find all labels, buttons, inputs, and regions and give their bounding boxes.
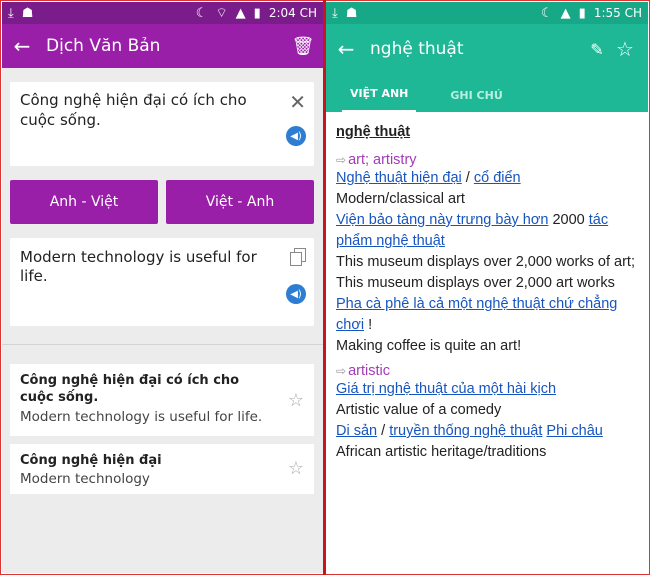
android-icon: ☗ [21,5,34,21]
wifi-icon: ⌔ [215,5,228,21]
status-time: 2:04 CH [268,6,317,20]
example-en: Modern/classical art [336,191,465,207]
trash-icon[interactable]: 🗑 [291,36,315,57]
example-link[interactable]: cổ điển [474,170,521,186]
example-link[interactable]: Giá trị nghệ thuật của một hài kịch [336,381,556,397]
vi-en-button[interactable]: Việt - Anh [166,180,314,224]
history-source: Công nghệ hiện đại có ích cho cuộc sống. [20,373,240,405]
history-item[interactable]: Công nghệ hiện đại có ích cho cuộc sống.… [10,364,314,436]
dictionary-entry: nghệ thuật ⇨ art; artistry Nghệ thuật hiệ… [336,124,642,463]
divider [2,344,323,345]
example-link[interactable]: Di sản [336,423,377,439]
example-link[interactable]: Phi châu [546,423,602,439]
translated-text: Modern technology is useful for life. [20,248,257,285]
star-icon[interactable]: ☆ [288,390,304,411]
example-en: African artistic heritage/traditions [336,444,547,460]
history-translation: Modern technology [20,471,150,487]
input-card[interactable]: Công nghệ hiện đại có ích cho cuộc sống.… [10,82,314,166]
download-icon: ⤓ [332,5,338,21]
status-bar: ⤓ ☗ ☾ ▲ ▮ 1:55 CH [326,2,648,24]
headword: nghệ thuật [336,124,411,140]
close-icon[interactable]: ✕ [289,90,306,114]
en-vi-button[interactable]: Anh - Việt [10,180,158,224]
tab-ghi-chu[interactable]: GHI CHÚ [442,89,510,112]
speaker-icon[interactable]: ◀) [286,126,306,146]
example-link[interactable]: Viện bảo tàng này trưng bày hơn [336,212,548,228]
tab-viet-anh[interactable]: VIỆT ANH [342,87,417,112]
star-icon[interactable]: ☆ [288,458,304,479]
example-vi: Pha cà phê là cả một nghệ thuật chứ chẳn… [336,296,618,333]
example-vi: Nghệ thuật hiện đại / cổ điển [336,170,521,186]
example-en: This museum displays over 2,000 works of… [336,254,635,291]
arrow-right-icon: ⇨ [336,153,347,167]
example-link[interactable]: Pha cà phê là cả một nghệ thuật chứ chẳn… [336,296,617,333]
signal-icon: ▲ [560,5,571,21]
moon-icon: ☾ [541,5,553,21]
history-source: Công nghệ hiện đại [20,453,162,468]
output-card: Modern technology is useful for life. ◀) [10,238,314,326]
star-icon[interactable]: ☆ [610,37,640,61]
arrow-right-icon: ⇨ [336,364,347,378]
back-arrow-icon[interactable]: ← [10,34,34,58]
pencil-icon[interactable]: ✎ [584,40,610,59]
example-en: Making coffee is quite an art! [336,338,522,354]
page-title: nghệ thuật [370,39,464,59]
page-title: Dịch Văn Bản [46,36,161,56]
dictionary-screen: ⤓ ☗ ☾ ▲ ▮ 1:55 CH ← nghệ thuật ✎ ☆ VIỆT … [326,2,648,573]
battery-icon: ▮ [253,5,261,21]
battery-icon: ▮ [578,5,586,21]
history-translation: Modern technology is useful for life. [20,409,263,425]
part-of-speech: ⇨ artistic [336,363,390,379]
status-bar: ⤓ ☗ ☾ ⌔ ▲ ▮ 2:04 CH [2,2,323,24]
example-vi: Giá trị nghệ thuật của một hài kịch [336,379,642,400]
example-vi: Di sản / truyền thống nghệ thuật Phi châ… [336,423,603,439]
history-item[interactable]: Công nghệ hiện đại Modern technology ☆ [10,444,314,494]
back-arrow-icon[interactable]: ← [334,37,358,61]
app-bar: ← nghệ thuật ✎ ☆ [326,24,648,74]
copy-icon[interactable] [290,248,306,266]
example-vi: Viện bảo tàng này trưng bày hơn 2000 tác… [336,212,609,249]
example-link[interactable]: truyền thống nghệ thuật [389,423,542,439]
tab-bar: VIỆT ANH GHI CHÚ [326,74,648,112]
status-time: 1:55 CH [593,6,642,20]
signal-icon: ▲ [235,5,246,21]
app-bar: ← Dịch Văn Bản 🗑 [2,24,323,68]
example-link[interactable]: Nghệ thuật hiện đại [336,170,462,186]
source-text-input[interactable]: Công nghệ hiện đại có ích cho cuộc sống. [20,90,270,130]
android-icon: ☗ [345,5,358,21]
download-icon: ⤓ [8,5,14,21]
moon-icon: ☾ [195,5,208,21]
example-en: Artistic value of a comedy [336,402,502,418]
translate-screen: ⤓ ☗ ☾ ⌔ ▲ ▮ 2:04 CH ← Dịch Văn Bản 🗑 Côn… [2,2,323,573]
part-of-speech: ⇨ art; artistry [336,152,417,168]
speaker-icon[interactable]: ◀) [286,284,306,304]
